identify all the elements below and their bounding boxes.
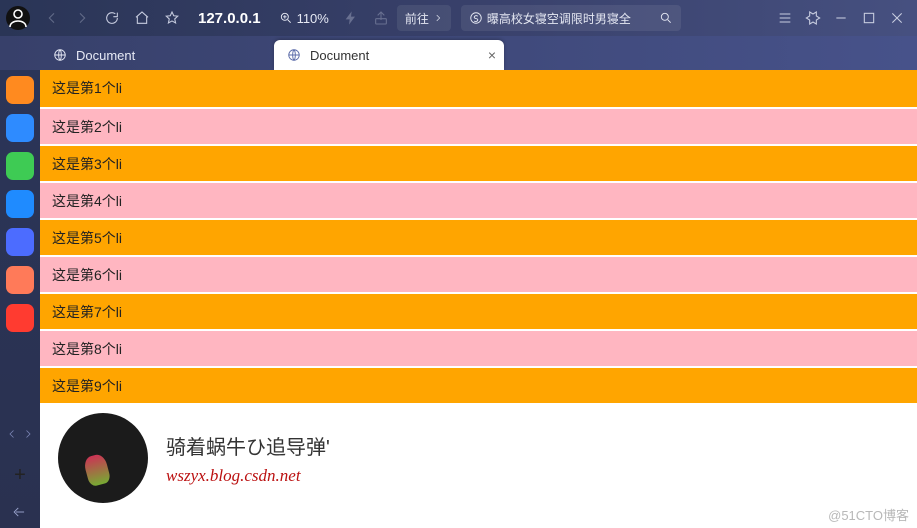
bookmark-button[interactable]	[158, 4, 186, 32]
maximize-button[interactable]	[855, 4, 883, 32]
browser-toolbar: 127.0.0.1 110% 前往 曝高校女寝空调限时男寝全	[0, 0, 917, 36]
sidebar-expand-icon[interactable]	[13, 505, 27, 528]
share-icon[interactable]	[367, 4, 395, 32]
search-text: 曝高校女寝空调限时男寝全	[487, 10, 655, 27]
goto-label: 前往	[405, 10, 429, 27]
author-nickname: 骑着蜗牛ひ追导弹'	[166, 431, 330, 460]
globe-icon	[52, 47, 68, 63]
list-item: 这是第8个li	[40, 329, 917, 366]
list-item: 这是第4个li	[40, 181, 917, 218]
menu-button[interactable]	[771, 4, 799, 32]
minimize-button[interactable]	[827, 4, 855, 32]
extensions-button[interactable]	[799, 4, 827, 32]
sidebar-add-button[interactable]: +	[14, 456, 26, 495]
window-close-button[interactable]	[883, 4, 911, 32]
sidebar-app-6[interactable]	[6, 304, 34, 332]
zoom-indicator[interactable]: 110%	[273, 11, 335, 26]
tab-title: Document	[76, 48, 135, 63]
list-item: 这是第3个li	[40, 144, 917, 181]
reload-button[interactable]	[98, 4, 126, 32]
tab-strip: Document Document ×	[0, 36, 917, 70]
list-item: 这是第6个li	[40, 255, 917, 292]
sidebar-app-3[interactable]	[6, 190, 34, 218]
list-item: 这是第2个li	[40, 107, 917, 144]
tab-document-1[interactable]: Document ×	[274, 40, 504, 70]
globe-icon	[286, 47, 302, 63]
list-item: 这是第9个li	[40, 366, 917, 403]
search-pill[interactable]: 曝高校女寝空调限时男寝全	[461, 5, 681, 31]
goto-pill[interactable]: 前往	[397, 5, 451, 31]
striped-list: 这是第1个li这是第2个li这是第3个li这是第4个li这是第5个li这是第6个…	[40, 70, 917, 403]
zoom-value: 110%	[297, 11, 329, 26]
home-button[interactable]	[128, 4, 156, 32]
search-icon	[659, 11, 673, 25]
list-item: 这是第7个li	[40, 292, 917, 329]
address-bar[interactable]: 127.0.0.1	[188, 10, 271, 27]
flash-icon	[337, 4, 365, 32]
back-button[interactable]	[38, 4, 66, 32]
tab-document-0[interactable]: Document	[40, 40, 270, 70]
list-item: 这是第1个li	[40, 70, 917, 107]
forward-button[interactable]	[68, 4, 96, 32]
sidebar-app-2[interactable]	[6, 152, 34, 180]
list-item: 这是第5个li	[40, 218, 917, 255]
tab-title: Document	[310, 48, 369, 63]
profile-avatar[interactable]	[6, 6, 30, 30]
author-avatar	[58, 413, 148, 503]
tab-close-icon[interactable]: ×	[488, 47, 496, 63]
sogou-icon	[469, 11, 483, 25]
author-url: wszyx.blog.csdn.net	[166, 466, 330, 486]
sidebar-nav-arrows[interactable]	[6, 428, 34, 446]
author-card: 骑着蜗牛ひ追导弹' wszyx.blog.csdn.net	[40, 403, 917, 513]
sidebar-app-1[interactable]	[6, 114, 34, 142]
browser-sidebar: +	[0, 70, 40, 528]
sidebar-app-0[interactable]	[6, 76, 34, 104]
sidebar-app-4[interactable]	[6, 228, 34, 256]
watermark-text: @51CTO博客	[828, 505, 909, 524]
page-content: 这是第1个li这是第2个li这是第3个li这是第4个li这是第5个li这是第6个…	[40, 70, 917, 528]
sidebar-app-5[interactable]	[6, 266, 34, 294]
